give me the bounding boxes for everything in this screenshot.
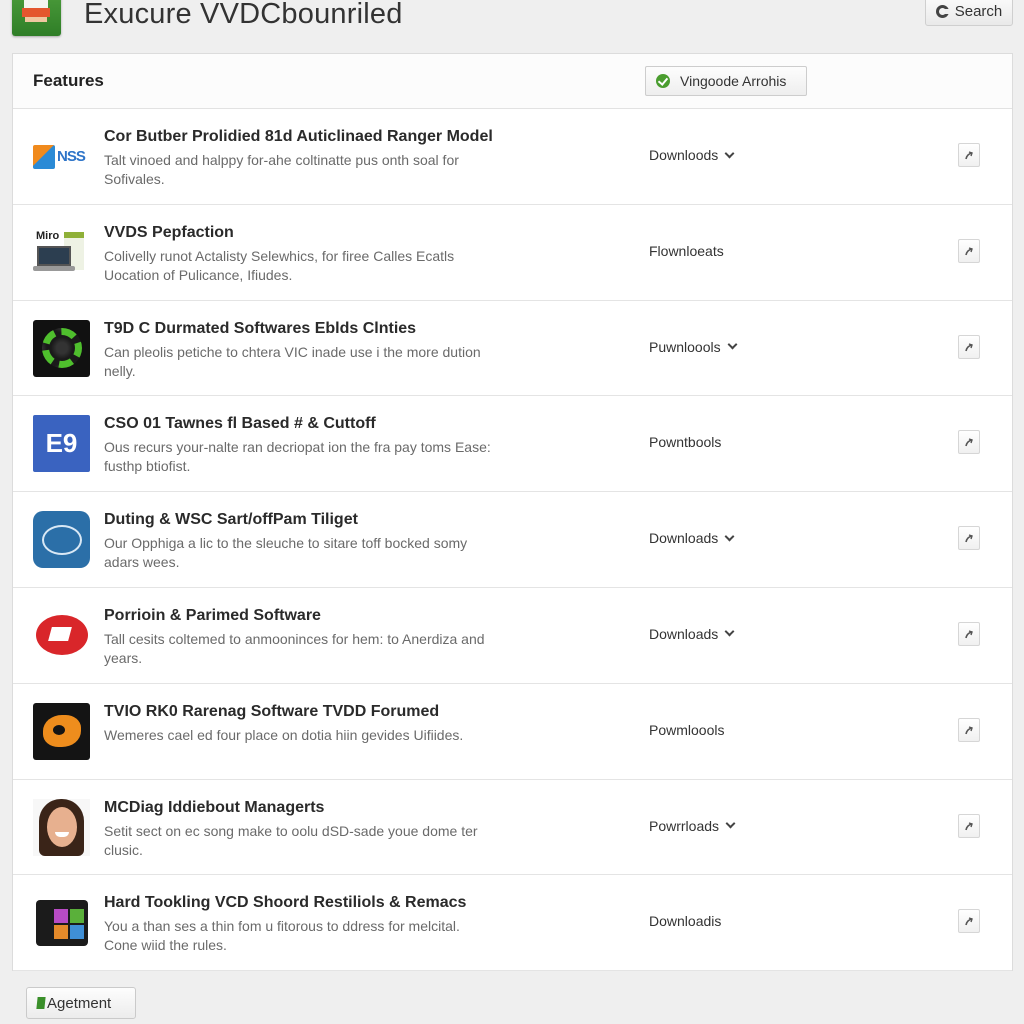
downloads-link[interactable]: Downloadis (649, 913, 721, 929)
item-name: Duting & WSC Sart/offPam Tiliget (104, 511, 358, 529)
red-speech-bubble-icon (33, 607, 90, 664)
app-logo-icon (12, 0, 61, 36)
item-name: Hard Tookling VCD Shoord Restiliols & Re… (104, 894, 467, 912)
item-name: CSO 01 Tawnes fl Based # & Cuttoff (104, 415, 376, 433)
item-description: Setit sect on ec song make to oolu dSD-s… (104, 822, 478, 858)
chevron-down-icon (727, 339, 738, 350)
downloads-dropdown[interactable]: Powrrloads (649, 817, 736, 834)
miro-laptop-box-icon: Miro (33, 224, 90, 281)
open-button[interactable] (958, 909, 980, 934)
external-link-icon (965, 630, 973, 639)
e9-shield-icon: E9 (33, 415, 90, 473)
list-item: E9 CSO 01 Tawnes fl Based # & Cuttoff Ou… (13, 396, 1012, 493)
panel-header: Features Vingoode Arrohis (13, 54, 1012, 109)
green-flag-icon (36, 997, 46, 1009)
chevron-down-icon (725, 818, 736, 829)
top-bar: Exucure VVDCbounriled Search (0, 0, 1024, 52)
item-name: Porrioin & Parimed Software (104, 606, 321, 624)
downloads-label: Puwnloools (649, 338, 721, 355)
downloads-label: Downloads (649, 625, 719, 642)
item-name: T9D C Durmated Softwares Eblds Clnties (104, 319, 417, 337)
open-button[interactable] (958, 813, 980, 838)
item-name: MCDiag Iddiebout Managerts (104, 798, 325, 816)
management-button[interactable]: Agetment (26, 987, 136, 1019)
item-name: VVDS Pepfaction (104, 223, 234, 241)
downloads-dropdown[interactable]: Puwnloools (649, 338, 738, 355)
external-link-icon (965, 821, 973, 830)
blue-rounded-badge-icon (33, 511, 90, 569)
chevron-down-icon (724, 148, 735, 158)
item-description: Colivelly runot Actalisty Selewhics, for… (104, 247, 455, 283)
green-ring-icon (33, 319, 90, 377)
app-title: Exucure VVDCbounriled (84, 0, 403, 30)
external-link-icon (965, 917, 973, 926)
external-link-icon (965, 342, 973, 351)
tablet-tiles-icon (33, 894, 90, 951)
item-name: TVIO RK0 Rarenag Software TVDD Forumed (104, 702, 440, 720)
open-button[interactable] (958, 621, 980, 646)
downloads-label: Downloadis (649, 913, 722, 930)
item-description: Can pleolis petiche to chtera VIC inade … (104, 343, 481, 379)
item-description: Wemeres cael ed four place on dotia hiin… (104, 726, 464, 743)
external-link-icon (965, 247, 973, 255)
nss-cube-logo-icon: NSS (33, 128, 90, 185)
search-button-label: Search (954, 2, 1003, 20)
list-item: Duting & WSC Sart/offPam Tiliget Our Opp… (13, 492, 1012, 588)
open-button[interactable] (958, 717, 980, 742)
software-list: NSS Cor Butber Prolidied 81d Auticlinaed… (13, 109, 1012, 972)
list-item: Hard Tookling VCD Shoord Restiliols & Re… (13, 875, 1012, 972)
item-description: Ous recurs your-nalte ran decriopat ion … (104, 439, 491, 475)
external-link-icon (965, 726, 973, 734)
woman-avatar-icon (33, 798, 90, 856)
list-item: NSS Cor Butber Prolidied 81d Auticlinaed… (13, 109, 1012, 205)
list-item: MCDiag Iddiebout Managerts Setit sect on… (13, 779, 1012, 876)
open-button[interactable] (958, 526, 980, 551)
features-panel: Features Vingoode Arrohis NSS Cor Butber… (12, 53, 1013, 972)
list-item: Porrioin & Parimed Software Tall cesits … (13, 587, 1012, 684)
search-icon (935, 4, 950, 18)
external-link-icon (965, 534, 973, 543)
downloads-label: Downloads (649, 530, 719, 547)
open-button[interactable] (958, 334, 980, 359)
chevron-down-icon (724, 531, 735, 542)
downloads-dropdown[interactable]: Downloads (649, 530, 735, 547)
downloads-link[interactable]: Powmloools (649, 722, 724, 738)
check-circle-icon (656, 74, 670, 88)
orange-creature-icon (33, 702, 90, 760)
upgrade-button[interactable]: Vingoode Arrohis (645, 66, 807, 96)
item-name: Cor Butber Prolidied 81d Auticlinaed Ran… (104, 128, 493, 145)
downloads-label: Powmloools (649, 721, 725, 738)
item-description: Our Opphiga a lic to the sleuche to sita… (104, 535, 468, 571)
downloads-label: Powntbools (649, 434, 722, 451)
upgrade-button-label: Vingoode Arrohis (680, 73, 787, 89)
list-item: TVIO RK0 Rarenag Software TVDD Forumed W… (13, 683, 1012, 780)
panel-title: Features (33, 71, 104, 90)
open-button[interactable] (958, 143, 980, 167)
external-link-icon (965, 151, 973, 160)
item-description: Talt vinoed and halppy for-ahe coltinatt… (104, 152, 459, 187)
downloads-label: Powrrloads (649, 817, 720, 834)
external-link-icon (965, 438, 973, 447)
open-button[interactable] (958, 430, 980, 455)
item-description: Tall cesits coltemed to anmooninces for … (104, 630, 485, 666)
downloads-link[interactable]: Powntbools (649, 434, 721, 450)
management-button-label: Agetment (47, 994, 112, 1012)
list-item: Miro VVDS Pepfaction Colivelly runot Act… (13, 204, 1012, 301)
list-item: T9D C Durmated Softwares Eblds Clnties C… (13, 300, 1012, 397)
downloads-label: Downloods (649, 147, 719, 163)
downloads-label: Flownloeats (649, 242, 724, 259)
chevron-down-icon (724, 627, 735, 637)
downloads-dropdown[interactable]: Downloods (649, 147, 735, 163)
item-description: You a than ses a thin fom u fitorous to … (104, 918, 460, 954)
downloads-link[interactable]: Flownloeats (649, 243, 724, 259)
downloads-dropdown[interactable]: Downloads (649, 625, 735, 642)
open-button[interactable] (958, 238, 980, 263)
search-button[interactable]: Search (925, 0, 1013, 26)
